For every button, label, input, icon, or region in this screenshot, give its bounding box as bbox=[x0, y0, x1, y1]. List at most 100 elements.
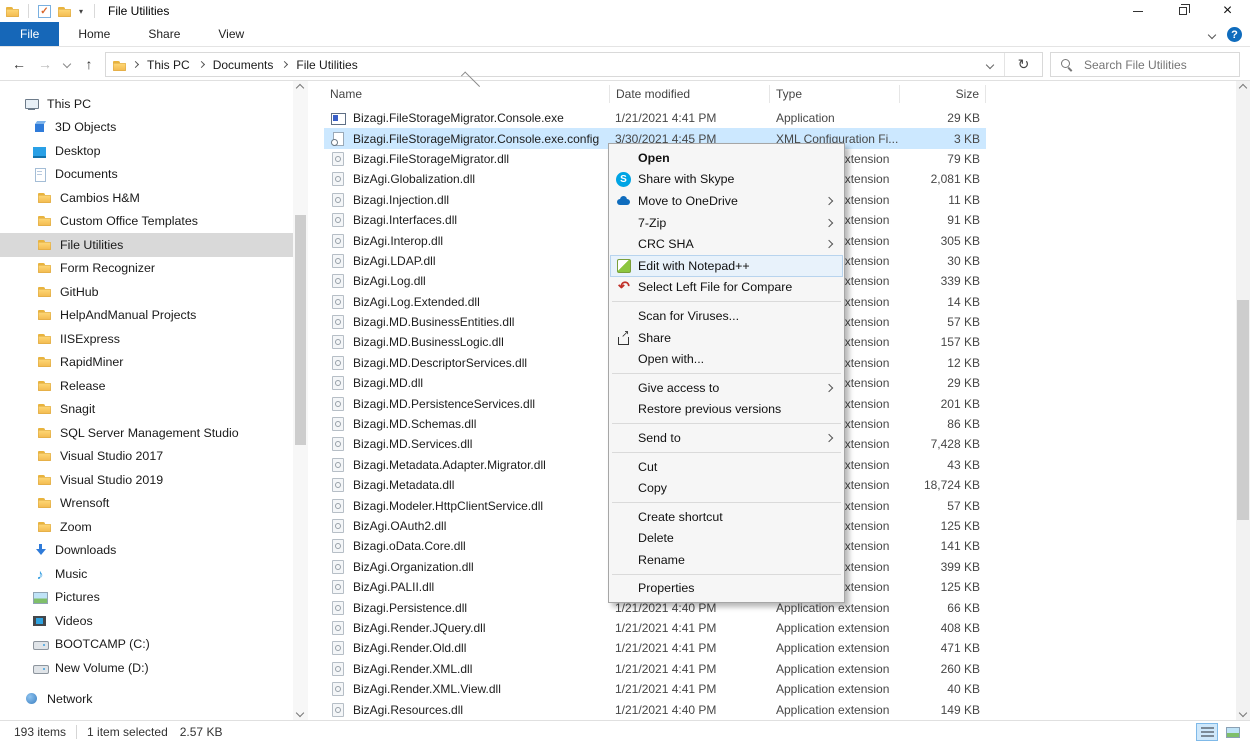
context-menu-item-properties[interactable]: Properties bbox=[610, 578, 843, 600]
breadcrumb-chevron-icon[interactable] bbox=[132, 61, 139, 68]
sidebar-item-form-recognizer[interactable]: Form Recognizer bbox=[0, 257, 293, 281]
sidebar-item-release[interactable]: Release bbox=[0, 374, 293, 398]
file-name-cell: Bizagi.MD.DescriptorServices.dll bbox=[324, 355, 610, 371]
list-scrollbar-thumb[interactable] bbox=[1237, 300, 1249, 520]
file-row-bizagi-render-xml-view-dll[interactable]: BizAgi.Render.XML.View.dll1/21/2021 4:41… bbox=[324, 679, 986, 699]
column-header-date-modified[interactable]: Date modified bbox=[610, 85, 770, 103]
breadcrumb-chevron-icon[interactable] bbox=[198, 61, 205, 68]
sidebar-item-new-volume-d[interactable]: New Volume (D:) bbox=[0, 656, 293, 680]
context-menu-item-send-to[interactable]: Send to bbox=[610, 427, 843, 449]
sidebar-item-visual-studio-2019[interactable]: Visual Studio 2019 bbox=[0, 468, 293, 492]
sidebar-scrollbar-thumb[interactable] bbox=[295, 215, 306, 445]
scroll-down-icon[interactable] bbox=[1240, 710, 1246, 716]
restore-button[interactable] bbox=[1160, 0, 1205, 22]
minimize-button[interactable] bbox=[1115, 0, 1160, 22]
drive-icon bbox=[32, 636, 48, 652]
sidebar-item-visual-studio-2017[interactable]: Visual Studio 2017 bbox=[0, 445, 293, 469]
context-menu-item-scan-for-viruses[interactable]: Scan for Viruses... bbox=[610, 305, 843, 327]
sidebar-item-wrensoft[interactable]: Wrensoft bbox=[0, 492, 293, 516]
history-chevron-down-icon[interactable] bbox=[58, 52, 76, 76]
tab-file[interactable]: File bbox=[0, 22, 59, 46]
context-menu-item-crc-sha[interactable]: CRC SHA bbox=[610, 233, 843, 255]
file-row-bizagi-render-jquery-dll[interactable]: BizAgi.Render.JQuery.dll1/21/2021 4:41 P… bbox=[324, 618, 986, 638]
sidebar-item-snagit[interactable]: Snagit bbox=[0, 398, 293, 422]
file-row-bizagi-filestoragemigrator-console-exe[interactable]: Bizagi.FileStorageMigrator.Console.exe1/… bbox=[324, 108, 986, 128]
sidebar-item-iisexpress[interactable]: IISExpress bbox=[0, 327, 293, 351]
context-menu-item-cut[interactable]: Cut bbox=[610, 456, 843, 478]
column-header-name[interactable]: Name bbox=[310, 85, 610, 103]
desktop-icon bbox=[32, 143, 48, 159]
context-menu-item-move-to-onedrive[interactable]: Move to OneDrive bbox=[610, 190, 843, 212]
file-row-bizagi-render-xml-dll[interactable]: BizAgi.Render.XML.dll1/21/2021 4:41 PMAp… bbox=[324, 659, 986, 679]
back-button[interactable]: ← bbox=[6, 52, 32, 76]
context-menu-item-restore-previous-versions[interactable]: Restore previous versions bbox=[610, 399, 843, 421]
sidebar-item-pictures[interactable]: Pictures bbox=[0, 586, 293, 610]
context-menu-item-select-left-file-for-compare[interactable]: ↶Select Left File for Compare bbox=[610, 277, 843, 299]
quick-access-folder-icon[interactable] bbox=[57, 4, 71, 18]
sidebar-item-this-pc[interactable]: This PC bbox=[0, 92, 293, 116]
sidebar-item-rapidminer[interactable]: RapidMiner bbox=[0, 351, 293, 375]
tab-view[interactable]: View bbox=[199, 22, 263, 46]
sidebar-item-3d-objects[interactable]: 3D Objects bbox=[0, 116, 293, 140]
details-view-button[interactable] bbox=[1196, 723, 1218, 741]
file-type: Application extension bbox=[770, 662, 900, 676]
context-menu-item-edit-with-notepad[interactable]: Edit with Notepad++ bbox=[610, 255, 843, 277]
file-name-cell: Bizagi.MD.BusinessEntities.dll bbox=[324, 314, 610, 330]
sidebar-item-cambios-h-m[interactable]: Cambios H&M bbox=[0, 186, 293, 210]
quick-access-dropdown-icon[interactable]: ▾ bbox=[77, 7, 85, 16]
ribbon-collapse-chevron-down-icon[interactable] bbox=[1208, 30, 1216, 38]
thumbnails-view-button[interactable] bbox=[1222, 723, 1244, 741]
tab-share[interactable]: Share bbox=[129, 22, 199, 46]
scroll-up-icon[interactable] bbox=[297, 85, 303, 91]
context-menu-item-7-zip[interactable]: 7-Zip bbox=[610, 212, 843, 234]
sidebar-item-github[interactable]: GitHub bbox=[0, 280, 293, 304]
sidebar-item-helpandmanual-projects[interactable]: HelpAndManual Projects bbox=[0, 304, 293, 328]
refresh-button[interactable]: ↻ bbox=[1004, 53, 1042, 76]
sidebar-item-label: Custom Office Templates bbox=[60, 214, 198, 228]
dll-file-icon bbox=[330, 559, 346, 575]
context-menu-icon-slot bbox=[616, 308, 638, 324]
help-icon[interactable]: ? bbox=[1227, 27, 1242, 42]
context-menu-item-copy[interactable]: Copy bbox=[610, 477, 843, 499]
tab-home[interactable]: Home bbox=[59, 22, 129, 46]
sidebar-item-network[interactable]: Network bbox=[0, 688, 293, 712]
column-header-size[interactable]: Size bbox=[900, 85, 986, 103]
context-menu-item-open-with[interactable]: Open with... bbox=[610, 348, 843, 370]
sidebar-item-music[interactable]: ♪Music bbox=[0, 562, 293, 586]
sidebar-item-bootcamp-c[interactable]: BOOTCAMP (C:) bbox=[0, 633, 293, 657]
sidebar-item-custom-office-templates[interactable]: Custom Office Templates bbox=[0, 210, 293, 234]
context-menu-item-give-access-to[interactable]: Give access to bbox=[610, 377, 843, 399]
list-scrollbar[interactable] bbox=[1236, 81, 1250, 720]
column-header-type[interactable]: Type bbox=[770, 85, 900, 103]
address-dropdown-chevron[interactable] bbox=[976, 53, 1004, 76]
sidebar-item-file-utilities[interactable]: File Utilities bbox=[0, 233, 293, 257]
scroll-down-icon[interactable] bbox=[297, 710, 303, 716]
up-button[interactable]: ↑ bbox=[76, 52, 102, 76]
sidebar-item-desktop[interactable]: Desktop bbox=[0, 139, 293, 163]
context-menu-item-create-shortcut[interactable]: Create shortcut bbox=[610, 506, 843, 528]
quick-access-check-icon[interactable]: ✓ bbox=[38, 5, 51, 18]
file-row-bizagi-render-old-dll[interactable]: BizAgi.Render.Old.dll1/21/2021 4:41 PMAp… bbox=[324, 638, 986, 658]
address-box[interactable]: This PC Documents File Utilities ↻ bbox=[105, 52, 1043, 77]
context-menu-item-rename[interactable]: Rename bbox=[610, 549, 843, 571]
sidebar-item-documents[interactable]: Documents bbox=[0, 163, 293, 187]
forward-button[interactable]: → bbox=[32, 52, 58, 76]
breadcrumb-item-this-pc[interactable]: This PC bbox=[147, 58, 190, 72]
file-row-bizagi-resources-dll[interactable]: BizAgi.Resources.dll1/21/2021 4:40 PMApp… bbox=[324, 699, 986, 719]
scroll-up-icon[interactable] bbox=[1240, 85, 1246, 91]
breadcrumb-item-file-utilities[interactable]: File Utilities bbox=[296, 58, 357, 72]
close-button[interactable]: × bbox=[1205, 0, 1250, 22]
sidebar-item-videos[interactable]: Videos bbox=[0, 609, 293, 633]
sidebar-item-label: Videos bbox=[55, 614, 93, 628]
sidebar-scrollbar[interactable] bbox=[293, 81, 308, 720]
breadcrumb-chevron-icon[interactable] bbox=[281, 61, 288, 68]
search-input[interactable] bbox=[1082, 57, 1239, 73]
context-menu-item-share[interactable]: Share bbox=[610, 327, 843, 349]
context-menu-item-delete[interactable]: Delete bbox=[610, 528, 843, 550]
sidebar-item-zoom[interactable]: Zoom bbox=[0, 515, 293, 539]
breadcrumb-item-documents[interactable]: Documents bbox=[213, 58, 274, 72]
context-menu-item-share-with-skype[interactable]: SShare with Skype bbox=[610, 169, 843, 191]
context-menu-item-open[interactable]: Open bbox=[610, 147, 843, 169]
sidebar-item-downloads[interactable]: Downloads bbox=[0, 539, 293, 563]
sidebar-item-sql-server-management-studio[interactable]: SQL Server Management Studio bbox=[0, 421, 293, 445]
